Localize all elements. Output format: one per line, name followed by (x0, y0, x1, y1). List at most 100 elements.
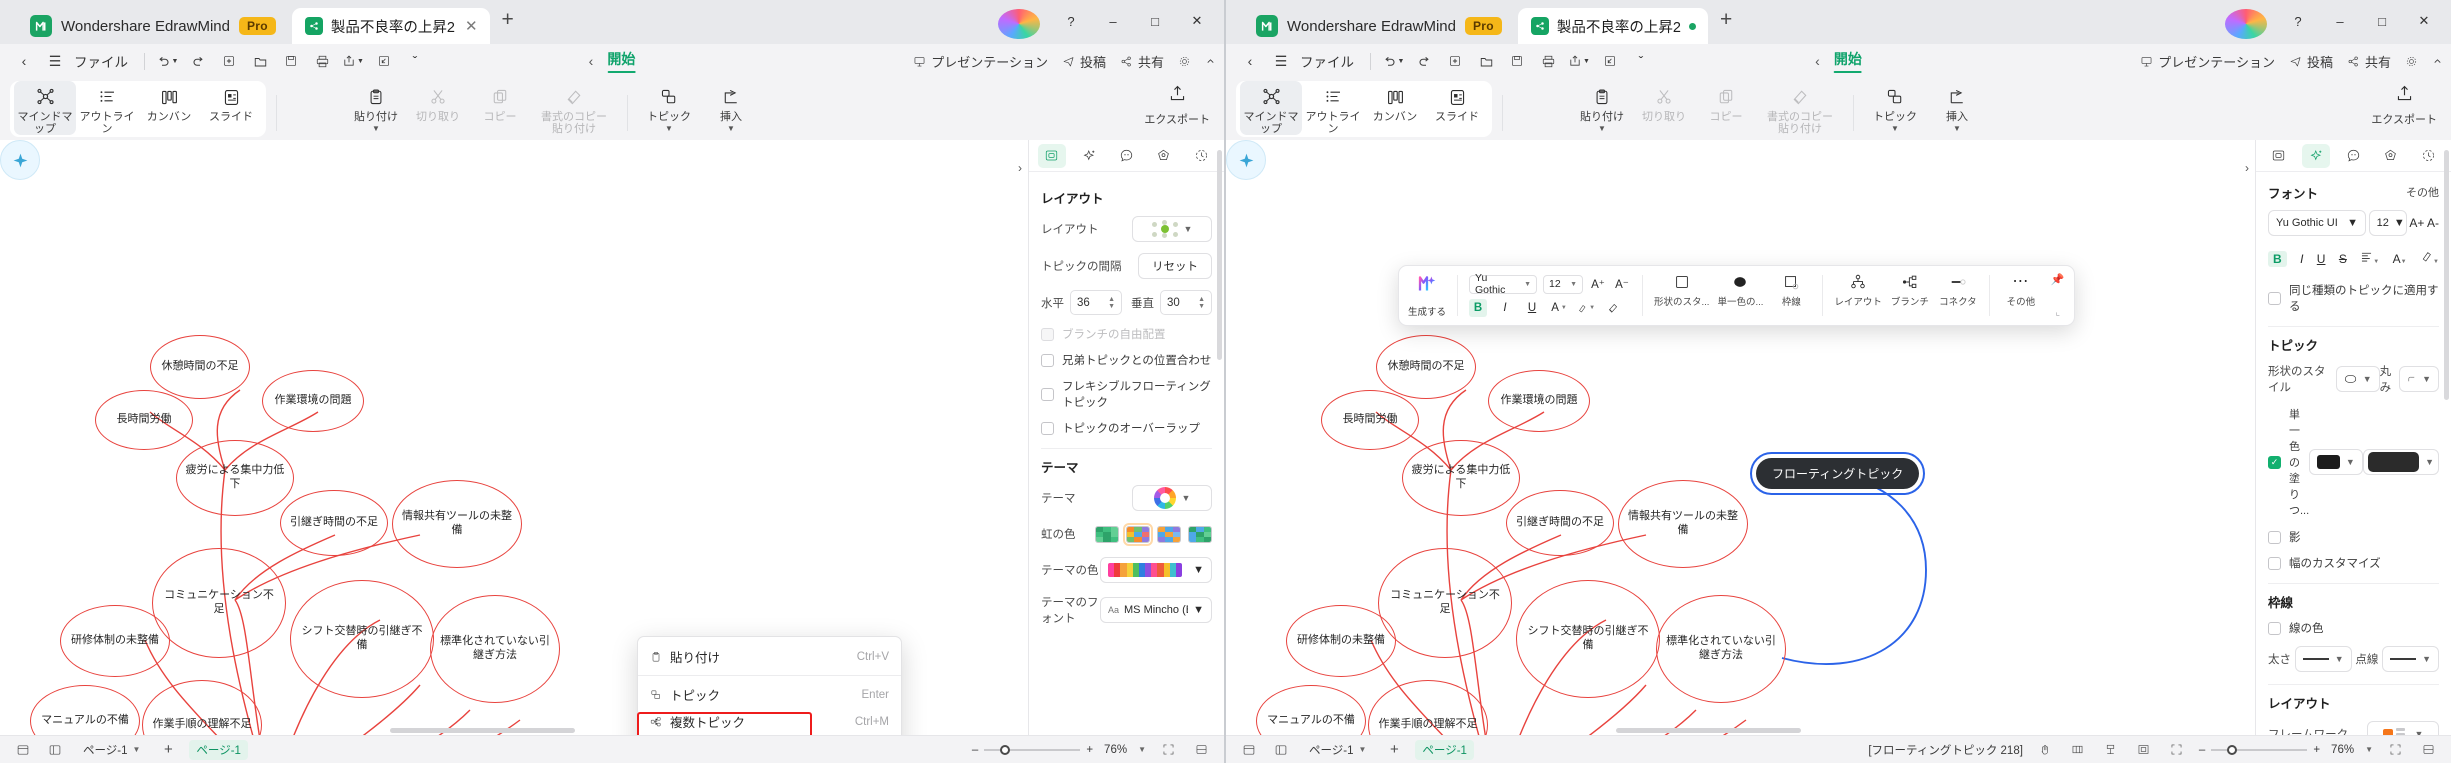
italic-button[interactable]: I (2300, 252, 2303, 266)
zoom-knob[interactable] (2227, 744, 2238, 755)
chevron-down-icon[interactable]: ▼ (1891, 125, 1899, 133)
minimize-button[interactable]: – (1092, 6, 1134, 36)
ribbon-button-mindmap[interactable]: マインドマップ (1240, 81, 1302, 135)
dock-tab-history[interactable] (2414, 144, 2442, 168)
chevron-down-icon[interactable]: ▼ (1184, 224, 1193, 234)
font-size-selector[interactable]: 12 ▼ (1543, 274, 1584, 294)
ribbon-button-export-left[interactable]: エクスポート (1144, 84, 1210, 127)
chevron-down-icon[interactable]: ▼ (727, 125, 735, 133)
decrease-font-size-button[interactable]: A⁻ (1613, 275, 1631, 293)
context-menu-item[interactable]: トピック Enter (638, 681, 901, 708)
context-menu-left[interactable]: 貼り付け Ctrl+V トピック Enter 複数トピック Ctrl+M (637, 636, 902, 735)
new-tab-button[interactable]: + (1708, 8, 1742, 36)
mindmap-node[interactable]: 疲労による集中力低下 (176, 440, 294, 516)
presentation-button[interactable]: プレゼンテーション (2140, 52, 2275, 71)
dock-tab-page[interactable] (1037, 143, 1066, 168)
pin-icon[interactable]: 📌 (2051, 273, 2065, 286)
ribbon-button-format-painter[interactable]: 書式のコピー 貼り付け (1757, 81, 1843, 135)
font-color-button[interactable]: A▼ (1550, 299, 1568, 317)
add-page-button[interactable]: + (1383, 740, 1405, 760)
chevron-down-icon[interactable]: ▼ (2365, 745, 2373, 754)
shape-style-selector[interactable]: ▼ (2335, 366, 2380, 392)
more-options-button[interactable]: ⋯ その他 (2001, 273, 2041, 318)
ribbon-button-insert[interactable]: 挿入 ▼ (1926, 81, 1988, 135)
columns-view-icon[interactable] (2067, 740, 2089, 760)
font-family-selector[interactable]: Yu Gothic UI ▼ (2268, 210, 2366, 236)
theme-color-selector[interactable]: ▼ (1100, 557, 1212, 583)
hamburger-menu-icon[interactable]: ☰ (1267, 48, 1295, 74)
close-tab-icon[interactable]: ✕ (465, 17, 478, 35)
ribbon-button-cut[interactable]: 切り取り (407, 81, 469, 135)
reset-button[interactable]: リセット (1138, 253, 1212, 279)
horizontal-scrollbar-right[interactable] (1226, 728, 2255, 733)
checkbox-topic-overlap[interactable]: トピックのオーバーラップ (1041, 420, 1212, 436)
increase-font-size-button[interactable]: A+ (2409, 216, 2424, 230)
redo-icon[interactable] (1410, 48, 1438, 74)
ribbon-button-kanban[interactable]: カンバン (1364, 81, 1426, 135)
dock-tab-ai[interactable] (1075, 144, 1103, 168)
close-button[interactable]: ✕ (2403, 6, 2445, 36)
mindmap-node[interactable]: 研修体制の未整備 (60, 605, 170, 677)
zoom-track[interactable] (2211, 744, 2308, 755)
horizontal-spacing-stepper[interactable]: 水平 36 ▲ ▼ (1041, 290, 1122, 315)
chevron-down-icon[interactable]: ▼ (2425, 457, 2434, 467)
checkbox-flexible-floating[interactable]: フレキシブルフローティングトピック (1041, 378, 1212, 410)
zoom-knob[interactable] (1000, 744, 1011, 755)
font-color-button[interactable]: A▼ (2393, 250, 2407, 268)
fit-to-screen-icon[interactable] (2384, 740, 2406, 760)
document-tab-left[interactable]: 製品不良率の上昇2 ✕ (291, 8, 490, 44)
chevron-down-icon[interactable]: ▼ (1193, 604, 1204, 616)
italic-button[interactable]: I (1496, 299, 1514, 317)
document-tab-right[interactable]: 製品不良率の上昇2 (1517, 8, 1708, 44)
dock-tab-ai[interactable] (2302, 143, 2331, 168)
print-icon[interactable] (308, 48, 336, 74)
ai-assistant-button[interactable] (1226, 140, 1266, 180)
dash-selector[interactable]: ▼ (2382, 646, 2439, 672)
panel-scrollbar-right[interactable] (2444, 150, 2449, 480)
page-tab-current[interactable]: ページ-1 (1415, 739, 1474, 760)
undo-icon[interactable]: ▼ (153, 48, 181, 74)
mindmap-node[interactable]: 作業手順の理解不足 (142, 680, 262, 735)
page-dropdown[interactable]: ページ-1 ▼ (1302, 740, 1373, 760)
open-folder-icon[interactable] (246, 48, 274, 74)
share-button[interactable]: 共有 (2347, 52, 2391, 71)
dock-tab-emoji[interactable] (2339, 144, 2367, 168)
post-button[interactable]: 投稿 (1062, 52, 1106, 71)
chevron-down-icon[interactable]: ▼ (2363, 374, 2372, 384)
context-menu-item[interactable]: 複数トピック Ctrl+M (638, 708, 901, 735)
avatar[interactable] (998, 9, 1040, 39)
help-icon[interactable]: ? (1050, 6, 1092, 36)
fit-to-screen-icon[interactable] (1157, 740, 1179, 760)
ribbon-button-insert[interactable]: 挿入 ▼ (700, 81, 762, 135)
ai-assistant-button[interactable] (0, 140, 40, 180)
highlight-button[interactable]: ▼ (2420, 250, 2439, 268)
hamburger-menu-icon[interactable]: ☰ (41, 48, 69, 74)
chevron-down-icon[interactable]: ▼ (372, 125, 380, 133)
more-commands-icon[interactable]: ˇ (401, 48, 429, 74)
fill-preview-selector[interactable]: ▼ (2362, 449, 2439, 475)
font-size-selector[interactable]: 12 ▼ (2368, 210, 2407, 236)
mindmap-node[interactable]: シフト交替時の引継ぎ不備 (1516, 580, 1660, 698)
increase-font-size-button[interactable]: A⁺ (1589, 275, 1607, 293)
zoom-out-button[interactable]: – (972, 744, 978, 756)
ribbon-button-outline[interactable]: アウトライン (76, 81, 138, 135)
border-button[interactable]: 枠線 (1771, 273, 1811, 318)
chevron-down-icon[interactable]: ▼ (2422, 374, 2431, 384)
underline-button[interactable]: U (1523, 299, 1541, 317)
checkbox-apply-same-type[interactable]: 同じ種類のトピックに適用する (2268, 282, 2439, 314)
checkbox-solid-fill[interactable]: ✓ 単一色の塗りつ... (2268, 406, 2309, 518)
tab-start[interactable]: 開始 (607, 49, 636, 73)
horizontal-spacing-input[interactable]: 36 ▲ ▼ (1070, 290, 1122, 315)
center-topic-icon[interactable] (2100, 740, 2122, 760)
checkbox-align-sibling[interactable]: 兄弟トピックとの位置合わせ (1041, 352, 1212, 368)
split-view-icon[interactable] (2417, 740, 2439, 760)
panel-scrollbar-left[interactable] (1217, 150, 1222, 390)
mindmap-node[interactable]: 標準化されていない引継ぎ方法 (1656, 595, 1786, 703)
dock-tab-clipart[interactable] (1150, 144, 1178, 168)
mindmap-node[interactable]: コミュニケーション不足 (1378, 548, 1512, 658)
layout-selector[interactable]: ▼ (1132, 216, 1212, 242)
share-export-icon[interactable]: ▼ (1565, 48, 1593, 74)
tabs-prev-icon[interactable]: ‹ (589, 53, 594, 69)
help-icon[interactable]: ? (2277, 6, 2319, 36)
checkbox-line-color[interactable]: 線の色 (2268, 620, 2439, 636)
